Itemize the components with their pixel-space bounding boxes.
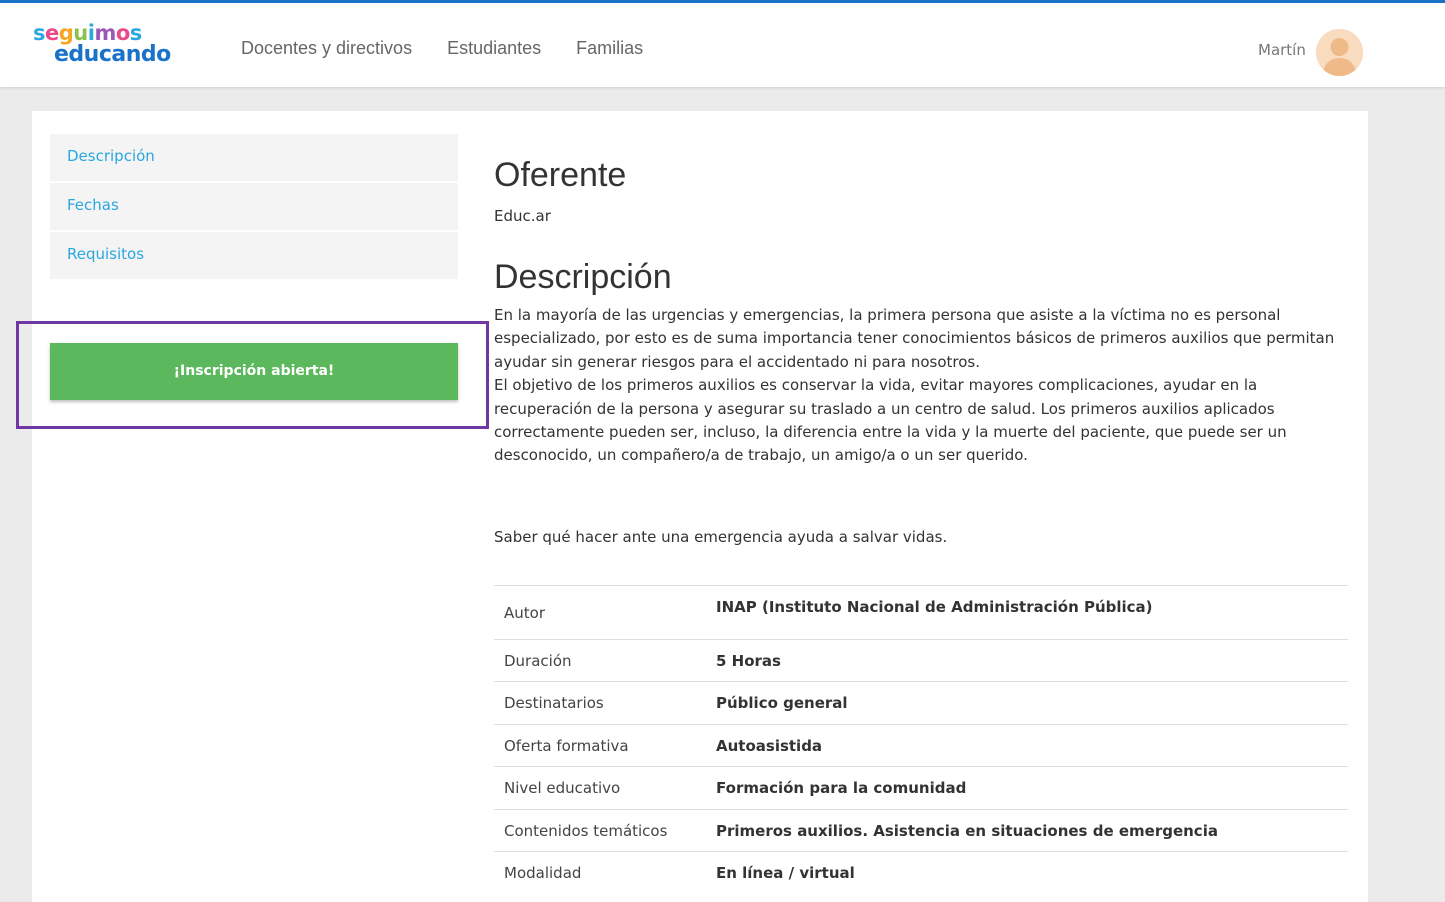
- detail-key: Oferta formativa: [504, 736, 629, 755]
- table-row: Destinatarios Público general: [494, 681, 1348, 725]
- detail-value: 5 Horas: [716, 651, 781, 670]
- detail-key: Contenidos temáticos: [504, 821, 668, 840]
- detail-value: INAP (Instituto Nacional de Administraci…: [716, 598, 1153, 616]
- detail-value: Autoasistida: [716, 736, 823, 755]
- detail-key: Nivel educativo: [504, 779, 621, 797]
- table-row: Modalidad En línea / virtual: [494, 851, 1348, 895]
- seguimos-educando-logo[interactable]: seguimos educando: [33, 21, 173, 71]
- sidebar-item-fechas[interactable]: Fechas: [50, 183, 458, 230]
- oferente-value: Educ.ar: [494, 207, 551, 225]
- nav-estudiantes[interactable]: Estudiantes: [447, 37, 541, 59]
- avatar[interactable]: [1316, 29, 1363, 76]
- nav-docentes[interactable]: Docentes y directivos: [241, 37, 412, 59]
- detail-key: Autor: [504, 603, 545, 622]
- logo-line-2: educando: [54, 43, 171, 67]
- detail-value: Primeros auxilios. Asistencia en situaci…: [716, 821, 1218, 840]
- sidebar-item-requisitos[interactable]: Requisitos: [50, 232, 458, 279]
- user-name[interactable]: Martín: [1258, 41, 1306, 59]
- description-paragraph: En la mayoría de las urgencias y emergen…: [494, 306, 1335, 371]
- detail-key: Modalidad: [504, 864, 582, 883]
- table-row: Autor INAP (Instituto Nacional de Admini…: [494, 585, 1348, 640]
- nav-familias[interactable]: Familias: [576, 37, 643, 59]
- table-row: Oferta formativa Autoasistida: [494, 724, 1348, 767]
- user-avatar-icon: [1316, 29, 1363, 76]
- table-row: Duración 5 Horas: [494, 639, 1348, 682]
- description-text: En la mayoría de las urgencias y emergen…: [494, 304, 1354, 549]
- enroll-button-highlight: [16, 321, 489, 429]
- site-header: seguimos educando Docentes y directivos …: [0, 0, 1445, 87]
- detail-key: Destinatarios: [504, 694, 604, 712]
- course-sidebar-menu: Descripción Fechas Requisitos: [50, 134, 458, 281]
- detail-value: Formación para la comunidad: [716, 779, 967, 797]
- table-row: Contenidos temáticos Primeros auxilios. …: [494, 809, 1348, 852]
- description-heading: Descripción: [494, 258, 672, 296]
- oferente-heading: Oferente: [494, 156, 627, 194]
- main-nav: Docentes y directivos Estudiantes Famili…: [241, 37, 678, 59]
- description-paragraph: El objetivo de los primeros auxilios es …: [494, 376, 1287, 465]
- sidebar-item-descripcion[interactable]: Descripción: [50, 134, 458, 181]
- logo-text: educando: [54, 42, 171, 67]
- description-paragraph: Saber qué hacer ante una emergencia ayud…: [494, 527, 948, 546]
- course-content: Oferente Educ.ar Descripción En la mayor…: [494, 151, 1354, 549]
- table-row: Nivel educativo Formación para la comuni…: [494, 766, 1348, 810]
- detail-value: En línea / virtual: [716, 864, 855, 883]
- detail-key: Duración: [504, 651, 572, 670]
- detail-value: Público general: [716, 694, 848, 712]
- course-page: Descripción Fechas Requisitos ¡Inscripci…: [32, 111, 1368, 902]
- course-details-table: Autor INAP (Instituto Nacional de Admini…: [494, 585, 1348, 895]
